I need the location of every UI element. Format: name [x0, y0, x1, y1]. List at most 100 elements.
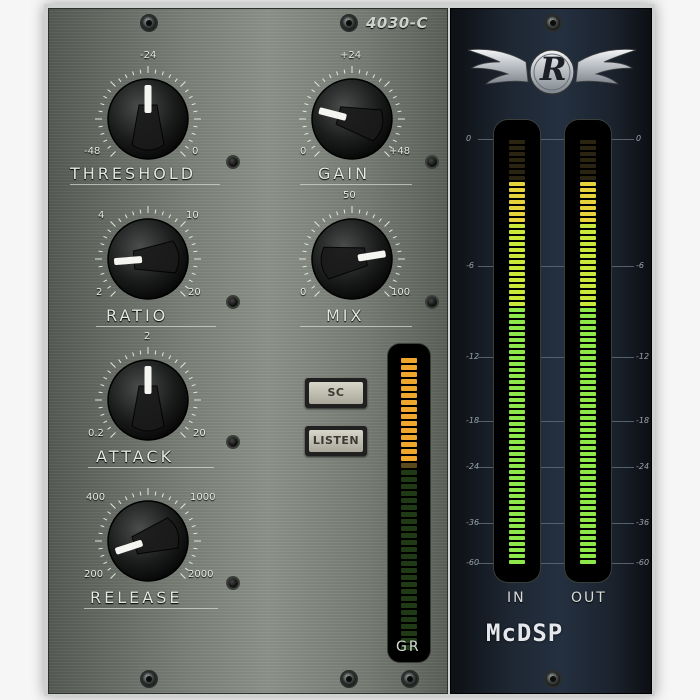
knob-tick — [132, 493, 135, 498]
release-scale-high: 1000 — [190, 492, 216, 503]
meter-segment — [580, 236, 596, 240]
gr-meter-label: GR — [396, 639, 421, 655]
meter-segment — [580, 410, 596, 414]
meter-segment — [580, 530, 596, 534]
meter-segment — [509, 242, 525, 246]
knob-tick — [184, 511, 189, 515]
meter-segment — [580, 488, 596, 492]
meter-segment — [401, 435, 417, 440]
attack-knob[interactable] — [93, 345, 203, 455]
release-divider — [84, 608, 218, 609]
meter-segment — [580, 518, 596, 522]
knob-tick — [343, 69, 346, 74]
meter-segment — [509, 266, 525, 270]
knob-tick — [307, 235, 312, 239]
knob-tick — [161, 211, 164, 216]
meter-segment — [509, 554, 525, 558]
input-meter-segments — [509, 140, 525, 564]
knob-tick — [132, 71, 135, 76]
meter-segment — [580, 176, 596, 180]
meter-segment — [580, 242, 596, 246]
meter-segment — [580, 344, 596, 348]
meter-segment — [580, 206, 596, 210]
screw-icon — [546, 672, 560, 686]
meter-segment — [401, 379, 417, 384]
knob-tick — [395, 132, 400, 135]
knob-tick — [188, 517, 193, 521]
meter-segment — [401, 358, 417, 363]
attack-scale-max: 20 — [193, 428, 206, 439]
sc-button[interactable]: SC — [305, 378, 367, 408]
knob-tick — [188, 279, 193, 283]
knob-tick — [384, 221, 390, 227]
db-scale-label: -24 — [636, 462, 650, 471]
meter-segment — [401, 547, 417, 552]
meter-segment — [509, 272, 525, 276]
knob-tick — [110, 221, 116, 227]
meter-segment — [509, 518, 525, 522]
meter-segment — [401, 365, 417, 370]
meter-segment — [509, 158, 525, 162]
knob-tick — [110, 573, 116, 579]
meter-segment — [509, 470, 525, 474]
input-meter-label: IN — [507, 590, 526, 606]
knob-tick — [304, 272, 309, 275]
knob-tick — [314, 151, 320, 157]
meter-segment — [580, 434, 596, 438]
meter-segment — [509, 512, 525, 516]
gain-scale-max: +48 — [389, 146, 411, 157]
meter-segment — [580, 152, 596, 156]
knob-tick — [174, 78, 178, 83]
release-knob[interactable] — [93, 486, 203, 596]
threshold-knob[interactable] — [93, 64, 203, 174]
meter-segment — [580, 332, 596, 336]
meter-segment — [580, 452, 596, 456]
meter-segment — [401, 631, 417, 636]
gain-knob[interactable] — [297, 64, 407, 174]
meter-segment — [509, 176, 525, 180]
attack-scale-mid: 2 — [144, 331, 151, 342]
knob-tick — [100, 525, 105, 528]
gain-indicator-led — [427, 157, 437, 167]
ratio-scale-low: 4 — [98, 210, 105, 221]
meter-segment — [509, 218, 525, 222]
knob-tick — [98, 532, 103, 535]
meter-segment — [580, 374, 596, 378]
meter-segment — [580, 470, 596, 474]
knob-tick — [180, 432, 186, 438]
meter-segment — [401, 603, 417, 608]
listen-button[interactable]: LISTEN — [305, 426, 367, 456]
knob-tick — [107, 511, 112, 515]
knob-tick — [180, 81, 186, 87]
db-scale-label: -60 — [466, 558, 480, 567]
knob-tick — [118, 359, 122, 364]
knob-tick — [161, 352, 164, 357]
screw-icon — [342, 16, 356, 30]
attack-indicator-led — [228, 437, 238, 447]
meter-segment — [580, 476, 596, 480]
knob-tick — [100, 132, 105, 135]
db-scale-label: -18 — [636, 416, 650, 425]
knob-pointer-icon — [144, 85, 152, 113]
knob-tick — [139, 350, 142, 355]
meter-segment — [509, 146, 525, 150]
release-label: RELEASE — [90, 588, 183, 607]
knob-tick — [103, 279, 108, 283]
meter-segment — [509, 458, 525, 462]
meter-segment — [509, 170, 525, 174]
meter-segment — [580, 194, 596, 198]
screw-icon — [546, 16, 560, 30]
meter-segment — [509, 164, 525, 168]
attack-scale-min: 0.2 — [88, 428, 104, 439]
mix-label: MIX — [326, 306, 365, 325]
meter-segment — [580, 554, 596, 558]
meter-segment — [401, 463, 417, 468]
knob-tick — [193, 110, 198, 113]
meter-segment — [509, 338, 525, 342]
meter-segment — [580, 350, 596, 354]
knob-tick — [384, 81, 390, 87]
knob-tick — [372, 74, 376, 79]
meter-segment — [580, 272, 596, 276]
listen-button-label: LISTEN — [309, 430, 363, 452]
knob-tick — [336, 211, 339, 216]
